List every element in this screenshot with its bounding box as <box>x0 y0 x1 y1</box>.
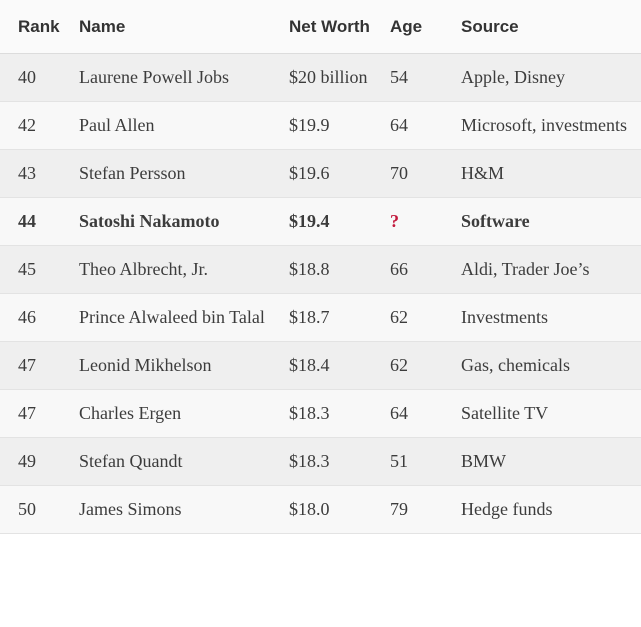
cell-rank: 47 <box>0 390 79 438</box>
cell-rank: 47 <box>0 342 79 390</box>
table-row: 45Theo Albrecht, Jr.$18.866Aldi, Trader … <box>0 246 641 294</box>
column-header-rank: Rank <box>0 0 79 54</box>
cell-age: 66 <box>390 246 461 294</box>
table-row: 47Leonid Mikhelson$18.462Gas, chemicals <box>0 342 641 390</box>
cell-source: Satellite TV <box>461 390 641 438</box>
cell-age: 54 <box>390 54 461 102</box>
cell-worth: $19.9 <box>289 102 390 150</box>
cell-name: Paul Allen <box>79 102 289 150</box>
cell-rank: 46 <box>0 294 79 342</box>
cell-rank: 50 <box>0 486 79 534</box>
cell-worth: $18.3 <box>289 390 390 438</box>
cell-age: 51 <box>390 438 461 486</box>
cell-source: Investments <box>461 294 641 342</box>
cell-worth: $18.7 <box>289 294 390 342</box>
cell-age: 64 <box>390 390 461 438</box>
cell-age: 79 <box>390 486 461 534</box>
cell-rank: 43 <box>0 150 79 198</box>
table-row: 49Stefan Quandt$18.351BMW <box>0 438 641 486</box>
cell-worth: $18.3 <box>289 438 390 486</box>
cell-source: BMW <box>461 438 641 486</box>
column-header-age: Age <box>390 0 461 54</box>
cell-name: Stefan Persson <box>79 150 289 198</box>
table-row: 43Stefan Persson$19.670H&M <box>0 150 641 198</box>
cell-name: James Simons <box>79 486 289 534</box>
table-header-row: Rank Name Net Worth Age Source <box>0 0 641 54</box>
table-row: 40Laurene Powell Jobs$20 billion54Apple,… <box>0 54 641 102</box>
billionaires-ranking-table: Rank Name Net Worth Age Source 40Laurene… <box>0 0 641 534</box>
cell-name: Stefan Quandt <box>79 438 289 486</box>
cell-rank: 45 <box>0 246 79 294</box>
cell-age: 62 <box>390 294 461 342</box>
column-header-net-worth: Net Worth <box>289 0 390 54</box>
table-body: 40Laurene Powell Jobs$20 billion54Apple,… <box>0 54 641 534</box>
table-row: 47Charles Ergen$18.364Satellite TV <box>0 390 641 438</box>
cell-name: Leonid Mikhelson <box>79 342 289 390</box>
table-row: 46Prince Alwaleed bin Talal$18.762Invest… <box>0 294 641 342</box>
unknown-age-marker: ? <box>390 211 399 231</box>
cell-age: ? <box>390 198 461 246</box>
cell-source: Aldi, Trader Joe’s <box>461 246 641 294</box>
cell-name: Theo Albrecht, Jr. <box>79 246 289 294</box>
cell-rank: 44 <box>0 198 79 246</box>
column-header-source: Source <box>461 0 641 54</box>
cell-source: Microsoft, investments <box>461 102 641 150</box>
table-row: 50James Simons$18.079Hedge funds <box>0 486 641 534</box>
table-row: 44Satoshi Nakamoto$19.4? Software <box>0 198 641 246</box>
cell-name: Prince Alwaleed bin Talal <box>79 294 289 342</box>
cell-name: Satoshi Nakamoto <box>79 198 289 246</box>
cell-worth: $20 billion <box>289 54 390 102</box>
cell-age: 70 <box>390 150 461 198</box>
cell-source: Apple, Disney <box>461 54 641 102</box>
cell-rank: 42 <box>0 102 79 150</box>
cell-source: Software <box>461 198 641 246</box>
cell-name: Laurene Powell Jobs <box>79 54 289 102</box>
cell-age: 62 <box>390 342 461 390</box>
cell-rank: 40 <box>0 54 79 102</box>
column-header-name: Name <box>79 0 289 54</box>
cell-rank: 49 <box>0 438 79 486</box>
cell-worth: $18.4 <box>289 342 390 390</box>
cell-source: H&M <box>461 150 641 198</box>
cell-source: Gas, chemicals <box>461 342 641 390</box>
table-header: Rank Name Net Worth Age Source <box>0 0 641 54</box>
cell-source: Hedge funds <box>461 486 641 534</box>
cell-worth: $18.8 <box>289 246 390 294</box>
table-row: 42Paul Allen$19.964Microsoft, investment… <box>0 102 641 150</box>
cell-worth: $19.4 <box>289 198 390 246</box>
cell-age: 64 <box>390 102 461 150</box>
cell-name: Charles Ergen <box>79 390 289 438</box>
cell-worth: $18.0 <box>289 486 390 534</box>
cell-worth: $19.6 <box>289 150 390 198</box>
